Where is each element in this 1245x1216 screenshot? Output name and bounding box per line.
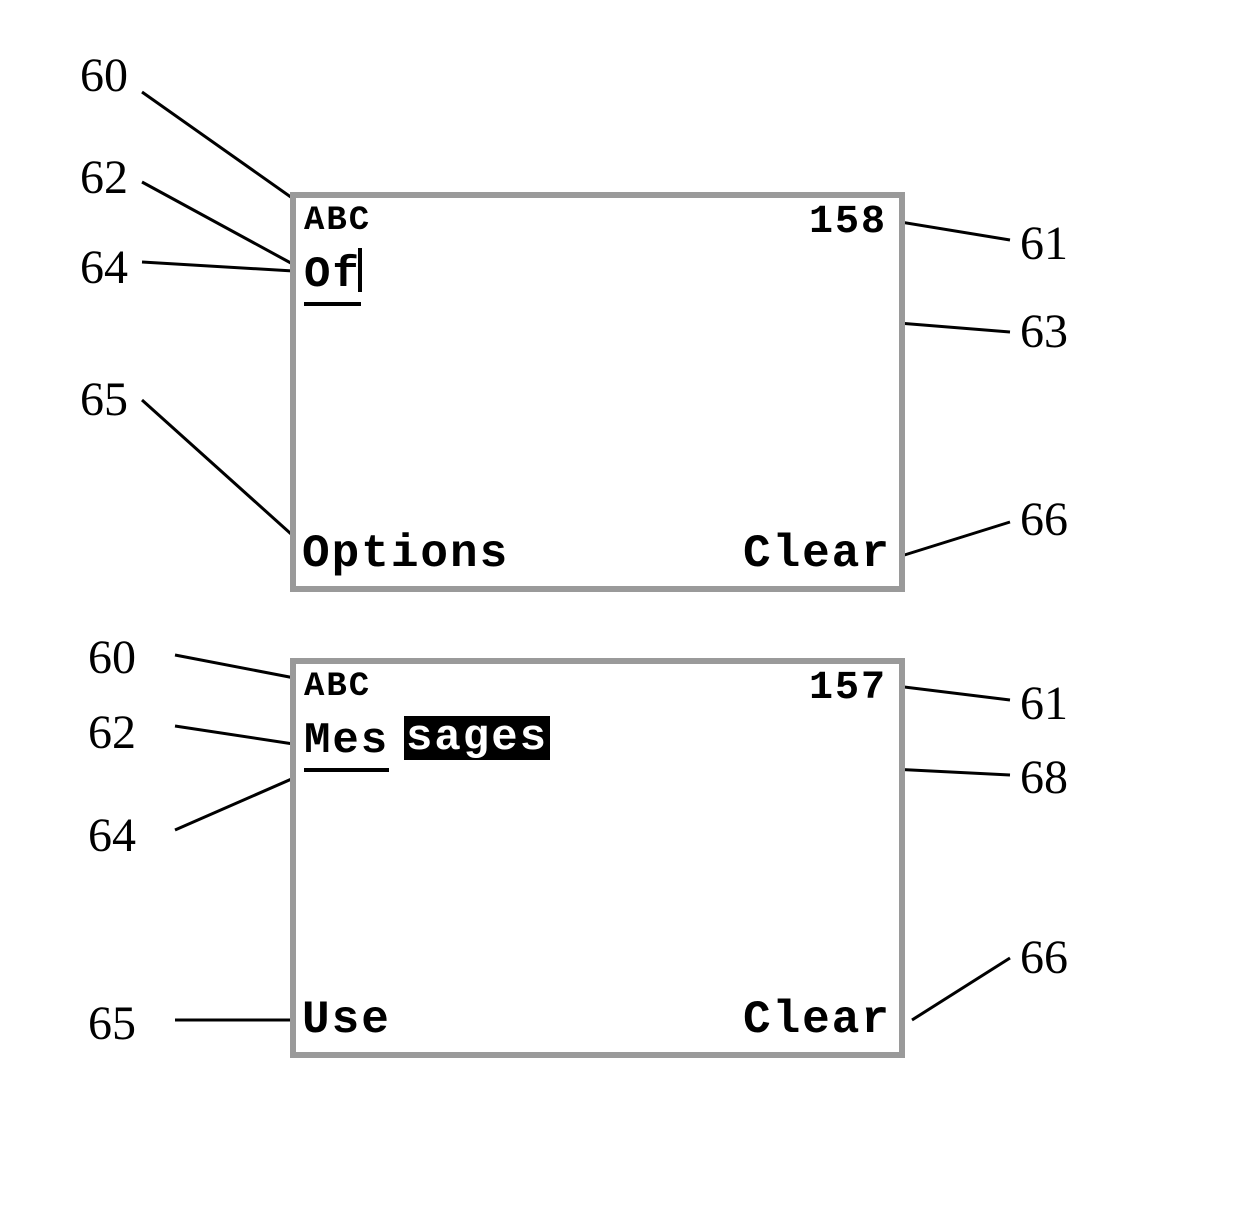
- predictive-suggestion[interactable]: sages: [404, 716, 550, 760]
- callout-66b: 66: [1020, 930, 1068, 985]
- left-softkey[interactable]: Use: [302, 994, 391, 1046]
- phone-screen-1: ABC 158 Of Options Clear: [290, 192, 905, 592]
- right-softkey[interactable]: Clear: [743, 994, 891, 1046]
- input-mode-label: ABC: [304, 202, 371, 240]
- callout-68: 68: [1020, 750, 1068, 805]
- callout-65a: 65: [80, 372, 128, 427]
- callout-62b: 62: [88, 705, 136, 760]
- text-cursor: [358, 248, 362, 292]
- callout-63: 63: [1020, 304, 1068, 359]
- callout-62a: 62: [80, 150, 128, 205]
- right-softkey[interactable]: Clear: [743, 528, 891, 580]
- callout-64a: 64: [80, 240, 128, 295]
- callout-64b: 64: [88, 808, 136, 863]
- phone-screen-2: ABC 157 Mes sages Use Clear: [290, 658, 905, 1058]
- left-softkey[interactable]: Options: [302, 528, 509, 580]
- diagram-stage: 60 62 64 65 61 63 66 60 62 64 65 61 68 6…: [0, 0, 1245, 1216]
- callout-60b: 60: [88, 630, 136, 685]
- typed-text[interactable]: Of: [304, 250, 361, 300]
- callout-66a: 66: [1020, 492, 1068, 547]
- typed-text[interactable]: Mes: [304, 716, 389, 766]
- input-mode-label: ABC: [304, 668, 371, 706]
- callout-61b: 61: [1020, 676, 1068, 731]
- char-count: 157: [809, 666, 887, 711]
- char-count: 158: [809, 200, 887, 245]
- callout-65b: 65: [88, 996, 136, 1051]
- callout-61a: 61: [1020, 216, 1068, 271]
- callout-60a: 60: [80, 48, 128, 103]
